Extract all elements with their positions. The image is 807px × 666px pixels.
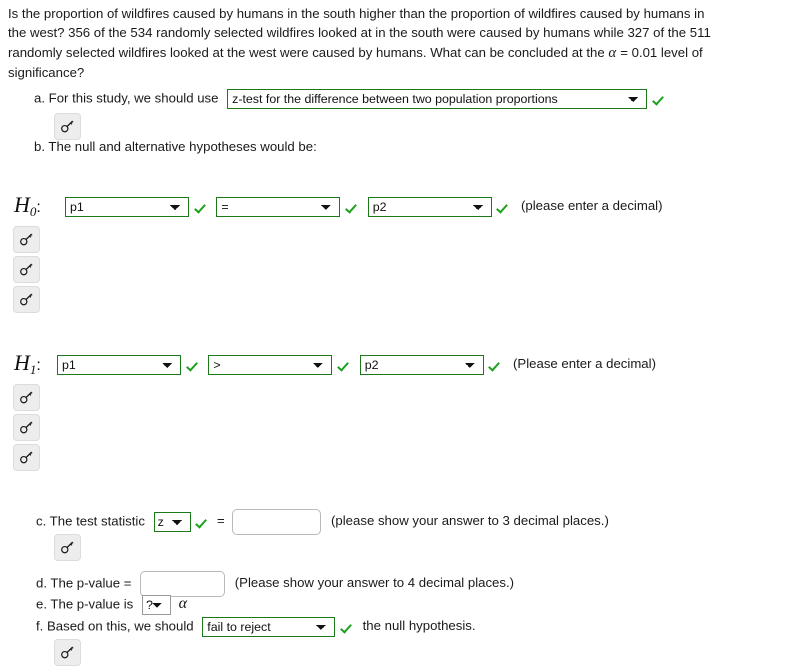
h0-key-icon-button-3[interactable] <box>13 286 40 313</box>
key-icon <box>60 119 75 134</box>
h1-subscript: 1 <box>29 362 37 377</box>
part-d-note: (Please show your answer to 4 decimal pl… <box>234 575 515 591</box>
part-c-note: (please show your answer to 3 decimal pl… <box>331 513 609 529</box>
h0-left-select[interactable]: p1 p2 μ1 μ2 <box>65 197 189 217</box>
h0-label: H0: <box>14 192 41 219</box>
h1-label: H1: <box>14 350 41 377</box>
key-icon <box>19 262 34 277</box>
h0-left-validation-check-icon <box>195 199 209 215</box>
alpha-symbol: α <box>608 44 617 61</box>
h1-operator-validation-check-icon <box>338 357 352 373</box>
part-c-validation-check-icon <box>196 514 210 530</box>
decision-select[interactable]: fail to reject reject accept <box>202 617 336 637</box>
h0-note: (please enter a decimal) <box>521 198 663 214</box>
h0-right-validation-check-icon <box>497 199 511 215</box>
study-type-select[interactable]: z-test for the difference between two po… <box>227 89 648 109</box>
test-statistic-input[interactable] <box>232 509 322 535</box>
h1-left-validation-check-icon <box>187 357 201 373</box>
key-icon <box>60 645 75 660</box>
p-value-input[interactable] <box>140 571 226 597</box>
test-statistic-select[interactable]: z t <box>153 512 191 532</box>
h1-key-icon-button-3[interactable] <box>13 444 40 471</box>
h0-symbol: H <box>14 192 30 217</box>
key-icon <box>19 232 34 247</box>
h1-left-select[interactable]: p1 p2 μ1 μ2 <box>57 355 181 375</box>
part-d-row: d. The p-value = (Please show your answe… <box>36 571 514 597</box>
prompt-text-before-alpha: Is the proportion of wildfires caused by… <box>8 6 711 60</box>
h0-key-icon-button-2[interactable] <box>13 256 40 283</box>
part-c-equals-sign: = <box>216 513 225 529</box>
key-icon <box>60 540 75 555</box>
part-f-validation-check-icon <box>341 619 355 635</box>
part-c-key-icon-button[interactable] <box>54 534 81 561</box>
h0-colon: : <box>36 199 41 216</box>
h1-operator-select[interactable]: > = ≠ < <box>208 355 333 375</box>
part-e-alpha-symbol: α <box>178 595 188 613</box>
part-a-label: a. For this study, we should use <box>34 90 219 106</box>
part-f-trailing-text: the null hypothesis. <box>362 618 476 634</box>
part-f-label: f. Based on this, we should <box>36 618 194 634</box>
part-e-label: e. The p-value is <box>36 596 134 612</box>
key-icon <box>19 292 34 307</box>
part-c-row: c. The test statistic z t = (please show… <box>36 509 609 535</box>
part-a-key-icon-button[interactable] <box>54 113 81 140</box>
h1-inputs-row: p1 p2 μ1 μ2 > = ≠ < p2 p1 μ1 μ2 (Please … <box>57 355 656 375</box>
part-b-row: b. The null and alternative hypotheses w… <box>34 139 317 154</box>
h1-key-icon-button-1[interactable] <box>13 384 40 411</box>
h1-right-validation-check-icon <box>489 357 503 373</box>
part-c-label: c. The test statistic <box>36 513 145 529</box>
part-e-row: e. The p-value is ? ≤ > α <box>36 595 187 615</box>
part-f-row: f. Based on this, we should fail to reje… <box>36 617 476 637</box>
part-d-label: d. The p-value = <box>36 575 132 591</box>
h1-symbol: H <box>14 350 30 375</box>
key-icon <box>19 420 34 435</box>
h0-key-icon-button-1[interactable] <box>13 226 40 253</box>
h0-subscript: 0 <box>29 204 37 219</box>
h0-operator-validation-check-icon <box>346 199 360 215</box>
h0-right-select[interactable]: p2 p1 μ1 μ2 <box>367 197 492 217</box>
key-icon <box>19 390 34 405</box>
p-value-comparison-select[interactable]: ? ≤ > <box>141 595 171 615</box>
h1-right-select[interactable]: p2 p1 μ1 μ2 <box>359 355 484 375</box>
h1-note: (Please enter a decimal) <box>513 356 656 372</box>
key-icon <box>19 450 34 465</box>
part-f-key-icon-button[interactable] <box>54 639 81 666</box>
h1-key-icon-button-2[interactable] <box>13 414 40 441</box>
h1-colon: : <box>36 357 41 374</box>
question-prompt: Is the proportion of wildfires caused by… <box>8 4 714 82</box>
part-a-validation-check-icon <box>653 91 667 107</box>
part-a-row: a. For this study, we should use z-test … <box>34 89 667 109</box>
h0-inputs-row: p1 p2 μ1 μ2 = ≠ < > p2 p1 μ1 μ2 (please … <box>65 197 663 217</box>
part-b-label: b. The null and alternative hypotheses w… <box>34 139 317 154</box>
h0-operator-select[interactable]: = ≠ < > <box>216 197 341 217</box>
